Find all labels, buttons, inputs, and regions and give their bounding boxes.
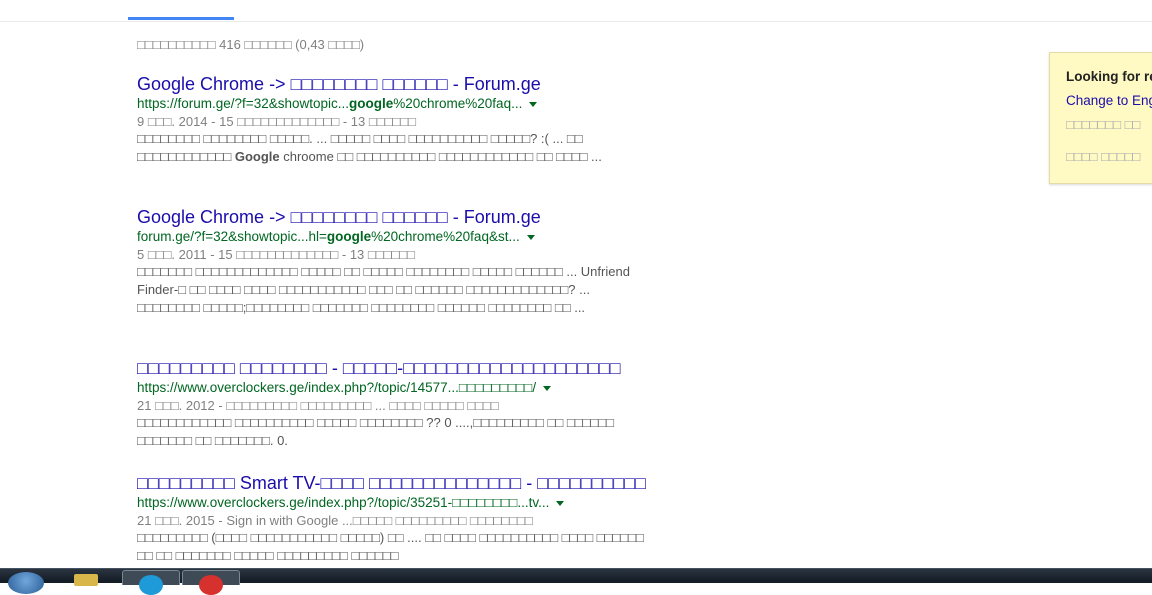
url-dropdown-caret-icon[interactable]	[529, 101, 538, 107]
search-result: Google Chrome -> □□□□□□□□ □□□□□□ - Forum…	[137, 73, 652, 166]
result-snippet: □□□□□□□□□ (□□□□ □□□□□□□□□□□ □□□□□) □□ ..…	[137, 530, 644, 563]
result-date: 21 □□□. 2015 - Sign in with Google ...□□…	[137, 513, 533, 528]
url-text: https://www.overclockers.ge/index.php?/t…	[137, 495, 550, 510]
result-url: https://forum.ge/?f=32&showtopic...googl…	[137, 95, 652, 113]
result-url: https://www.overclockers.ge/index.php?/t…	[137, 379, 652, 397]
search-result: □□□□□□□□□ □□□□□□□□ - □□□□□-□□□□□□□□□□□□□…	[137, 357, 652, 450]
result-title-link[interactable]: Google Chrome -> □□□□□□□□ □□□□□□ - Forum…	[137, 206, 652, 228]
url-text: %20chrome%20faq&st...	[371, 229, 520, 244]
taskbar-app-opera[interactable]	[182, 570, 240, 595]
notice-text: □□□□□□□ □□	[1066, 117, 1141, 132]
taskbar-app-skype[interactable]	[122, 570, 180, 595]
url-text: https://www.overclockers.ge/index.php?/t…	[137, 380, 537, 395]
windows-taskbar	[0, 568, 1152, 595]
result-title-link[interactable]: □□□□□□□□□ Smart TV-□□□□ □□□□□□□□□□□□□□ -…	[137, 472, 652, 494]
result-snippet: □□□□□□□□□□□□ □□□□□□□□□□ □□□□□ □□□□□□□□ ?…	[137, 415, 614, 448]
result-stats: □□□□□□□□□□ 416 □□□□□□ (0,43 □□□□)	[137, 37, 365, 52]
snippet-text: chroome □□ □□□□□□□□□□ □□□□□□□□□□□□ □□ □□…	[279, 149, 602, 164]
result-date: 21 □□□. 2012 - □□□□□□□□□ □□□□□□□□□ ... □…	[137, 398, 499, 413]
windows-start-icon[interactable]	[8, 572, 44, 594]
skype-icon	[139, 575, 163, 595]
search-tabs-bar	[0, 0, 1152, 22]
url-dropdown-caret-icon[interactable]	[543, 385, 552, 391]
result-url: forum.ge/?f=32&showtopic...hl=google%20c…	[137, 228, 652, 246]
url-dropdown-caret-icon[interactable]	[556, 500, 565, 506]
file-explorer-icon	[74, 574, 98, 586]
language-notice-box: Looking for re Change to Eng □□□□□□□ □□ …	[1049, 52, 1152, 184]
url-highlight: google	[349, 96, 394, 111]
url-highlight: google	[326, 229, 372, 244]
result-title-link[interactable]: □□□□□□□□□ □□□□□□□□ - □□□□□-□□□□□□□□□□□□□…	[137, 357, 652, 379]
url-text: %20chrome%20faq...	[393, 96, 523, 111]
result-snippet: □□□□□□□ □□□□□□□□□□□□□ □□□□□ □□ □□□□□ □□□…	[137, 264, 630, 315]
result-date: 5 □□□. 2011 - 15 □□□□□□□□□□□□□ - 13 □□□□…	[137, 247, 416, 262]
url-text: https://forum.ge/?f=32&showtopic...	[137, 96, 349, 111]
active-tab-indicator[interactable]	[128, 17, 234, 20]
opera-icon	[199, 575, 223, 595]
change-language-link[interactable]: Change to Eng	[1066, 93, 1152, 108]
snippet-highlight: Google	[234, 149, 280, 164]
result-snippet: □□□□□□□□ □□□□□□□□ □□□□□. ... □□□□□ □□□□ …	[137, 130, 652, 166]
result-title-link[interactable]: Google Chrome -> □□□□□□□□ □□□□□□ - Forum…	[137, 73, 652, 95]
search-result: □□□□□□□□□ Smart TV-□□□□ □□□□□□□□□□□□□□ -…	[137, 472, 652, 565]
url-dropdown-caret-icon[interactable]	[526, 234, 535, 240]
result-date: 9 □□□. 2014 - 15 □□□□□□□□□□□□□ - 13 □□□□…	[137, 114, 416, 129]
url-text: forum.ge/?f=32&showtopic...hl=	[137, 229, 327, 244]
search-result: Google Chrome -> □□□□□□□□ □□□□□□ - Forum…	[137, 206, 652, 317]
notice-title: Looking for re	[1066, 69, 1152, 84]
notice-text: □□□□ □□□□□	[1066, 149, 1141, 164]
result-url: https://www.overclockers.ge/index.php?/t…	[137, 494, 652, 512]
